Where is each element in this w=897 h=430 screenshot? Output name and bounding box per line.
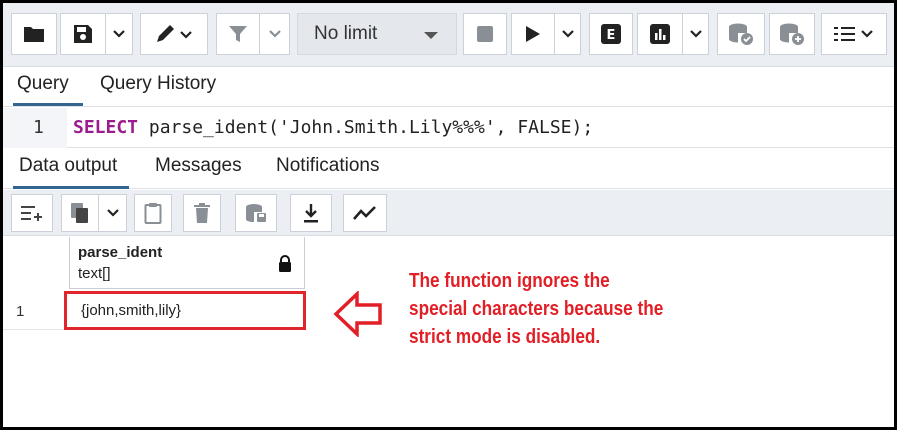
save-icon — [74, 25, 92, 43]
download-button[interactable] — [290, 194, 332, 232]
save-dropdown-button[interactable] — [106, 13, 133, 55]
chevron-down-icon — [106, 209, 119, 217]
data-grid-toolbar — [3, 190, 894, 236]
stop-icon — [477, 26, 493, 42]
execute-icon — [526, 26, 540, 42]
tab-data-output[interactable]: Data output — [19, 155, 117, 177]
save-data-button[interactable] — [235, 194, 277, 232]
left-arrow-icon — [333, 291, 382, 337]
commit-button[interactable] — [717, 13, 765, 55]
stop-button[interactable] — [463, 13, 507, 55]
active-tab-indicator — [13, 186, 129, 189]
line-chart-icon — [353, 206, 376, 220]
row-limit-value: No limit — [314, 23, 378, 44]
explain-analyze-icon — [650, 24, 670, 44]
svg-text:E: E — [607, 28, 616, 43]
query-tabs: Query Query History — [3, 67, 894, 107]
copy-dropdown-button[interactable] — [99, 194, 127, 232]
trash-icon — [194, 203, 210, 223]
execute-button[interactable] — [511, 13, 555, 55]
macros-button[interactable] — [821, 13, 887, 55]
filter-icon — [229, 26, 247, 42]
annotation-text: The function ignores the special charact… — [409, 270, 664, 348]
explain-analyze-button[interactable] — [637, 13, 683, 55]
rollback-button[interactable] — [769, 13, 815, 55]
download-icon — [304, 204, 318, 223]
chevron-down-icon — [561, 30, 574, 38]
execute-dropdown-button[interactable] — [555, 13, 581, 55]
folder-icon — [24, 27, 44, 42]
rollback-icon — [780, 23, 804, 45]
tab-notifications[interactable]: Notifications — [276, 155, 380, 177]
graph-visualiser-button[interactable] — [343, 194, 387, 232]
open-file-button[interactable] — [11, 13, 57, 55]
editor-gutter: 1 — [3, 108, 67, 148]
sql-expression: parse_ident('John.Smith.Lily%%%', FALSE)… — [138, 117, 594, 138]
tab-messages[interactable]: Messages — [155, 155, 242, 177]
table-cell-highlighted[interactable]: {john,smith,lily} — [64, 291, 306, 330]
chevron-down-icon — [268, 30, 281, 38]
paste-icon — [144, 203, 162, 224]
save-data-icon — [246, 204, 266, 222]
column-header[interactable]: parse_ident text[] — [69, 237, 305, 289]
delete-button[interactable] — [183, 194, 221, 232]
commit-icon — [729, 23, 753, 45]
explain-button[interactable]: E — [589, 13, 633, 55]
chevron-down-icon — [689, 30, 702, 38]
copy-icon — [71, 203, 88, 223]
column-type: text[] — [78, 265, 111, 282]
query-toolbar: No limit E — [3, 3, 894, 67]
explain-dropdown-button[interactable] — [683, 13, 709, 55]
chevron-down-icon — [113, 30, 125, 38]
add-row-button[interactable] — [11, 194, 53, 232]
chevron-down-icon — [424, 32, 438, 39]
add-row-icon — [21, 206, 42, 221]
row-limit-select[interactable]: No limit — [297, 13, 457, 55]
sql-keyword: SELECT — [73, 117, 139, 138]
copy-button[interactable] — [61, 194, 99, 232]
edit-pen-icon — [157, 25, 192, 42]
cell-value: {john,smith,lily} — [81, 302, 182, 319]
paste-button[interactable] — [134, 194, 172, 232]
pgadmin-query-tool: No limit E Query Query History 1 SELECT … — [0, 0, 897, 430]
output-tabs: Data output Messages Notifications — [3, 149, 894, 189]
active-tab-indicator — [13, 103, 83, 106]
tab-query[interactable]: Query — [17, 73, 69, 95]
column-name: parse_ident — [78, 244, 163, 261]
edit-button[interactable] — [140, 13, 208, 55]
filter-dropdown-button[interactable] — [260, 13, 290, 55]
sql-editor[interactable]: 1 SELECT parse_ident('John.Smith.Lily%%%… — [3, 108, 894, 148]
save-button[interactable] — [60, 13, 106, 55]
lock-icon — [279, 255, 291, 272]
filter-button[interactable] — [216, 13, 260, 55]
row-number: 1 — [16, 303, 25, 320]
explain-icon: E — [601, 24, 621, 44]
code-line[interactable]: SELECT parse_ident('John.Smith.Lily%%%',… — [73, 117, 593, 138]
line-number: 1 — [33, 117, 44, 138]
tab-query-history[interactable]: Query History — [100, 73, 216, 95]
macros-icon — [834, 27, 873, 41]
